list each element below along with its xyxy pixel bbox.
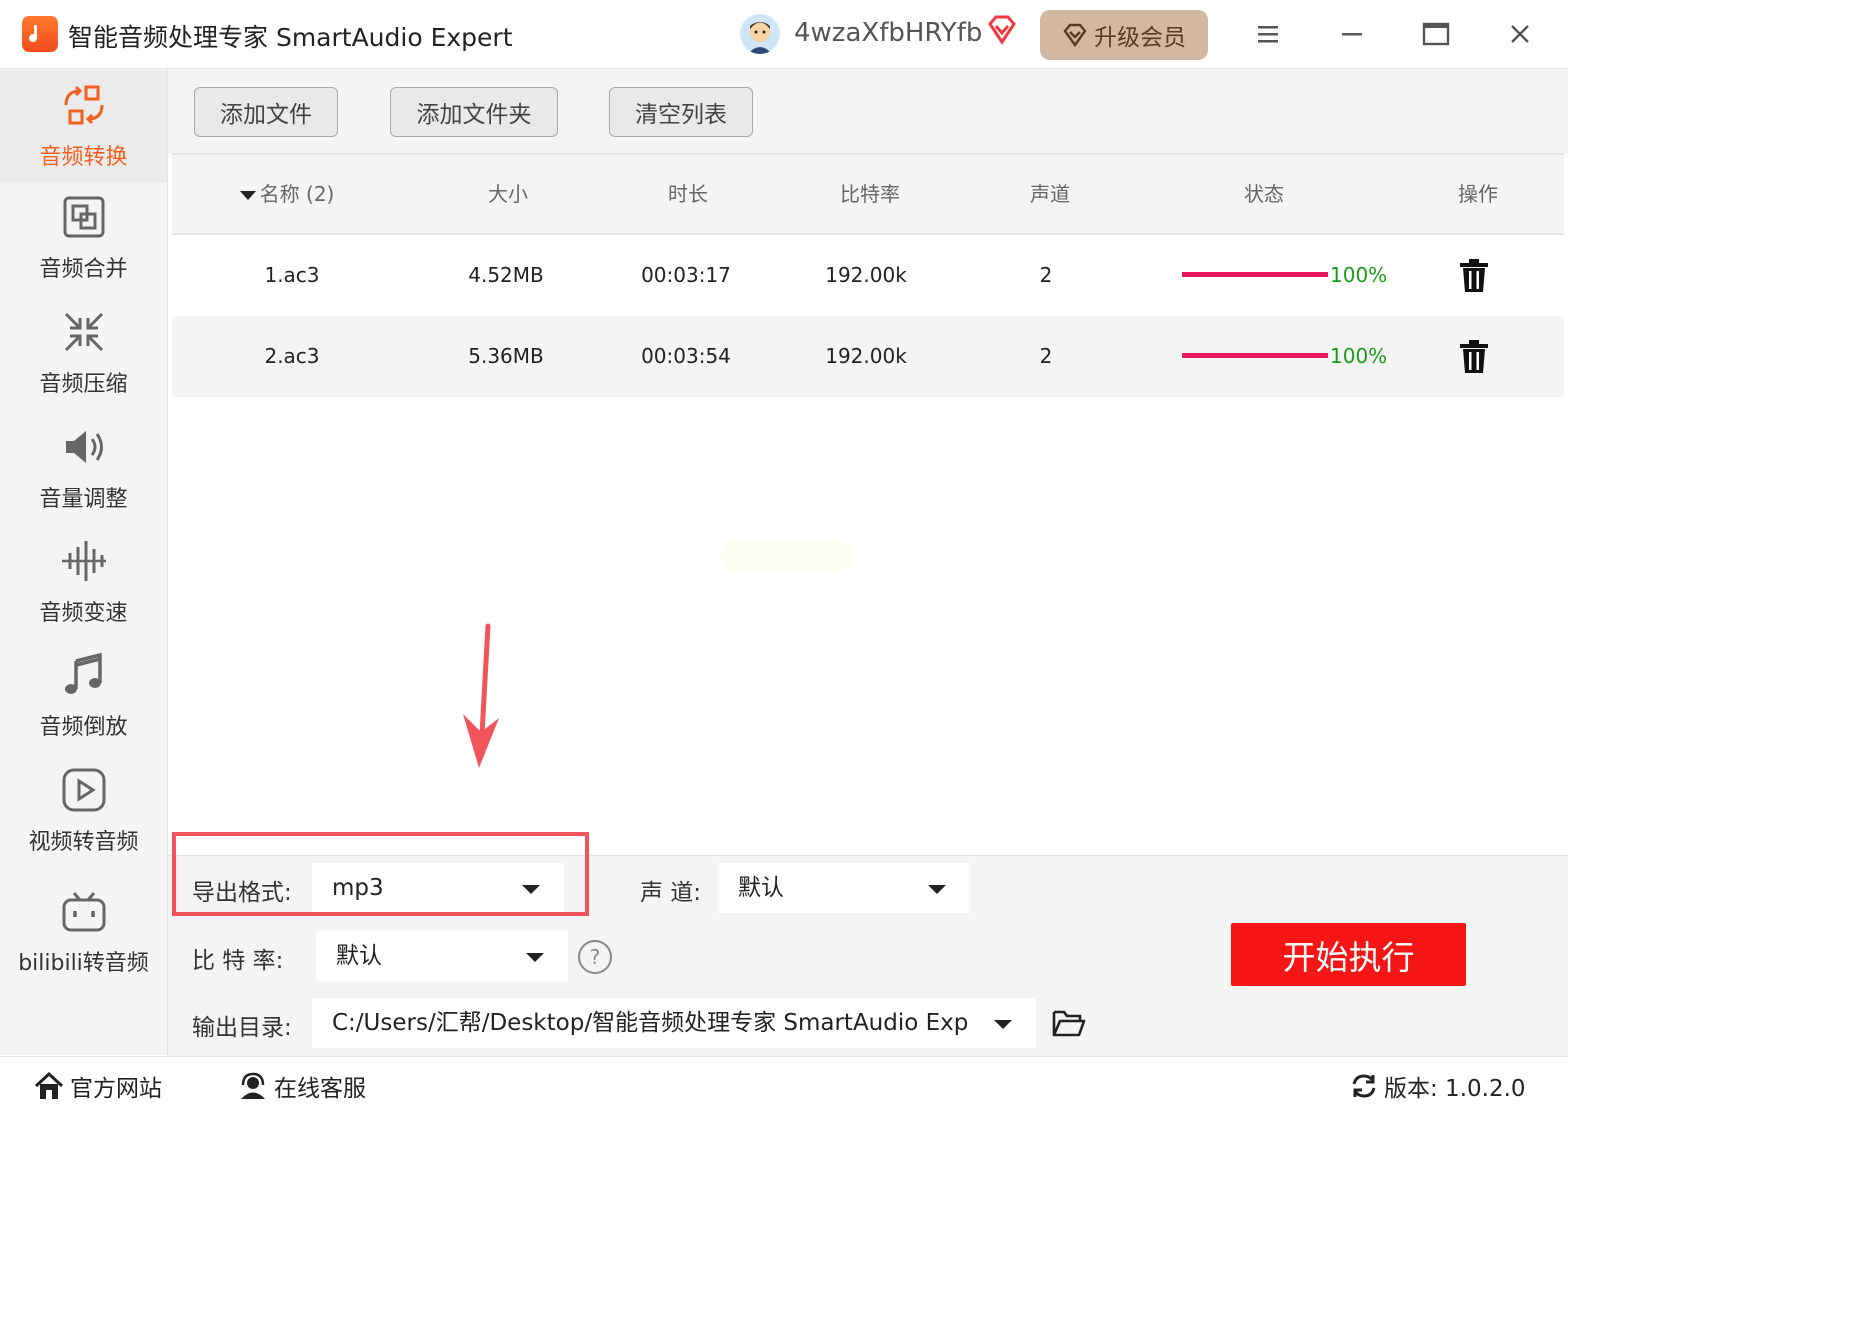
maximize-icon — [1422, 22, 1450, 46]
app-logo-icon — [22, 16, 58, 52]
sort-desc-icon — [239, 191, 256, 200]
bitrate-label: 比 特 率: — [192, 948, 284, 974]
headset-icon — [241, 1072, 265, 1099]
file-duration: 00:03:17 — [641, 263, 731, 287]
sidebar-item-label: 音频合并 — [39, 257, 128, 282]
table-header: 名称 (2) 大小 时长 比特率 声道 状态 操作 — [172, 155, 1564, 235]
status-bar: 官方网站 在线客服 版本: 1.0.2.0 — [0, 1056, 1568, 1111]
sidebar-item-audio-speed[interactable]: 音频变速 — [0, 527, 167, 639]
maximize-button[interactable] — [1418, 16, 1454, 52]
sidebar-item-label: 视频转音频 — [28, 830, 139, 855]
chevron-down-icon — [928, 885, 946, 894]
username: 4wzaXfbHRYfb — [794, 18, 983, 48]
add-file-button[interactable]: 添加文件 — [194, 87, 338, 137]
version-info[interactable]: 版本: 1.0.2.0 — [1350, 1069, 1526, 1103]
bitrate-help-icon[interactable]: ? — [578, 940, 612, 974]
menu-button[interactable] — [1250, 16, 1286, 52]
file-channels: 2 — [1039, 344, 1053, 368]
annotation-arrow-icon — [463, 623, 499, 768]
file-bitrate: 192.00k — [825, 263, 907, 287]
close-icon — [1511, 25, 1529, 43]
file-size: 5.36MB — [468, 344, 544, 368]
table-row[interactable]: 1.ac3 4.52MB 00:03:17 192.00k 2 100% — [172, 235, 1564, 316]
volume-icon — [66, 431, 103, 463]
sidebar-item-label: 音频转换 — [39, 145, 128, 170]
progress-text: 100% — [1330, 344, 1388, 368]
progress-text: 100% — [1330, 263, 1388, 287]
add-folder-button[interactable]: 添加文件夹 — [390, 87, 558, 137]
vip-diamond-icon — [986, 14, 1018, 50]
column-header-channels: 声道 — [1030, 182, 1070, 206]
play-icon — [62, 768, 106, 812]
file-name: 2.ac3 — [264, 344, 320, 368]
merge-icon — [63, 196, 105, 238]
column-header-action: 操作 — [1458, 182, 1498, 206]
sidebar-item-label: 音频倒放 — [39, 715, 128, 740]
sidebar-item-audio-reverse[interactable]: 音频倒放 — [0, 641, 167, 753]
file-duration: 00:03:54 — [641, 344, 731, 368]
trash-icon[interactable] — [1458, 340, 1490, 374]
output-dir-label: 输出目录: — [192, 1015, 292, 1041]
file-bitrate: 192.00k — [825, 344, 907, 368]
file-name: 1.ac3 — [264, 263, 320, 287]
sidebar-item-video-to-audio[interactable]: 视频转音频 — [0, 756, 167, 868]
sidebar-item-audio-compress[interactable]: 音频压缩 — [0, 298, 167, 410]
sidebar-item-label: 音频变速 — [39, 601, 128, 626]
format-highlight-box — [172, 832, 589, 916]
file-channels: 2 — [1039, 263, 1053, 287]
upgrade-vip-button[interactable]: 升级会员 — [1040, 10, 1208, 60]
progress-bar — [1182, 272, 1328, 277]
column-header-status: 状态 — [1244, 182, 1284, 206]
title-bar: 智能音频处理专家 SmartAudio Expert 4wzaXfbHRYfb … — [0, 0, 1568, 69]
sidebar-item-label: 音量调整 — [39, 487, 128, 512]
chevron-down-icon — [994, 1020, 1012, 1029]
hamburger-icon — [1258, 26, 1278, 43]
compress-icon — [64, 312, 104, 352]
chevron-down-icon — [526, 953, 544, 962]
table-row[interactable]: 2.ac3 5.36MB 00:03:54 192.00k 2 100% — [172, 316, 1564, 397]
bitrate-select-value: 默认 — [336, 943, 382, 969]
channel-label: 声 道: — [640, 880, 702, 906]
column-header-duration: 时长 — [668, 182, 708, 206]
channel-select[interactable]: 默认 — [718, 863, 970, 913]
column-header-bitrate: 比特率 — [840, 182, 900, 206]
refresh-icon — [1352, 1074, 1376, 1098]
file-size: 4.52MB — [468, 263, 544, 287]
bilibili-icon — [62, 892, 106, 932]
convert-icon — [64, 85, 104, 125]
column-header-name[interactable]: 名称 (2) — [232, 155, 342, 233]
output-dir-select[interactable]: C:/Users/汇帮/Desktop/智能音频处理专家 SmartAudio … — [312, 998, 1036, 1048]
sidebar-item-label: 音频压缩 — [39, 372, 128, 397]
output-dir-value: C:/Users/汇帮/Desktop/智能音频处理专家 SmartAudio … — [332, 1010, 969, 1036]
minimize-icon — [1342, 33, 1362, 36]
progress-bar — [1182, 353, 1328, 358]
home-icon — [34, 1072, 64, 1099]
sidebar-item-label: bilibili转音频 — [18, 951, 149, 976]
sidebar-item-bilibili-to-audio[interactable]: bilibili转音频 — [0, 877, 167, 989]
user-avatar[interactable] — [740, 14, 780, 54]
music-note-icon — [65, 652, 102, 694]
toolbar: 添加文件 添加文件夹 清空列表 — [168, 69, 1568, 153]
column-header-size: 大小 — [488, 182, 528, 206]
online-support-link[interactable]: 在线客服 — [238, 1069, 366, 1103]
minimize-button[interactable] — [1334, 16, 1370, 52]
clear-list-button[interactable]: 清空列表 — [609, 87, 753, 137]
speed-icon — [62, 541, 106, 581]
bitrate-select[interactable]: 默认 — [316, 931, 568, 981]
app-title: 智能音频处理专家 SmartAudio Expert — [68, 23, 513, 52]
sidebar-item-audio-merge[interactable]: 音频合并 — [0, 183, 167, 295]
open-folder-icon[interactable] — [1052, 1008, 1086, 1038]
faint-watermark — [720, 541, 852, 571]
official-website-link[interactable]: 官方网站 — [34, 1069, 162, 1103]
upgrade-label: 升级会员 — [1094, 25, 1186, 51]
file-table: 名称 (2) 大小 时长 比特率 声道 状态 操作 1.ac3 4.52MB 0… — [172, 153, 1564, 855]
close-button[interactable] — [1502, 16, 1538, 52]
trash-icon[interactable] — [1458, 259, 1490, 293]
sidebar-item-volume-adjust[interactable]: 音量调整 — [0, 413, 167, 525]
channel-select-value: 默认 — [738, 875, 784, 901]
sidebar: 音频转换 音频合并 音频压缩 音量调整 音频变速 音频倒放 视频转音频 bili… — [0, 69, 168, 1055]
sidebar-item-audio-convert[interactable]: 音频转换 — [0, 71, 167, 183]
start-button[interactable]: 开始执行 — [1231, 923, 1466, 986]
vip-badge-icon — [1063, 23, 1087, 48]
